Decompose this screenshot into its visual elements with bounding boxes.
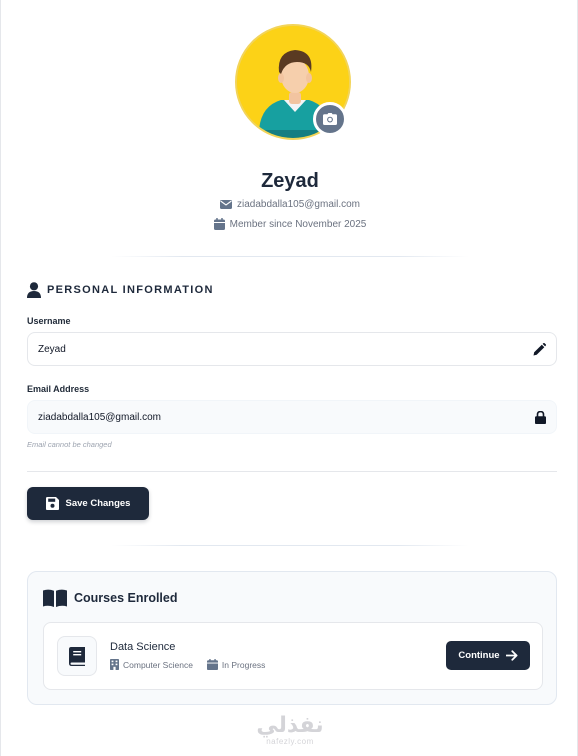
calendar-icon <box>213 218 225 230</box>
course-meta: Computer Science In Progress <box>110 659 265 670</box>
header-divider <box>111 256 469 257</box>
lock-icon <box>535 410 546 424</box>
calendar-icon <box>206 659 218 670</box>
user-icon <box>27 282 41 298</box>
arrow-right-icon <box>505 650 518 661</box>
course-thumbnail <box>57 636 97 676</box>
camera-icon <box>323 113 337 125</box>
section-divider <box>111 545 469 546</box>
username-value[interactable]: Zeyad <box>38 344 66 355</box>
change-photo-button[interactable] <box>313 102 347 136</box>
member-since: Member since November 2025 <box>229 218 367 230</box>
courses-heading: Courses Enrolled <box>43 589 178 607</box>
course-card: Data Science Computer Science In Progres… <box>43 622 543 690</box>
course-status: In Progress <box>221 659 266 670</box>
save-changes-label[interactable]: Save Changes <box>66 498 131 509</box>
watermark: نفذلي nafezly.com <box>1 712 578 747</box>
personal-info-title: PERSONAL INFORMATION <box>47 284 214 296</box>
watermark-latin: nafezly.com <box>266 737 314 746</box>
building-icon <box>110 659 119 670</box>
courses-title: Courses Enrolled <box>74 591 178 605</box>
email-field: ziadabdalla105@gmail.com <box>27 400 557 434</box>
profile-email: ziadabdalla105@gmail.com <box>237 199 360 210</box>
open-book-icon <box>43 589 67 607</box>
form-divider <box>27 471 557 472</box>
profile-email-line: ziadabdalla105@gmail.com <box>1 199 578 210</box>
course-name: Data Science <box>110 641 176 653</box>
username-label: Username <box>27 316 71 326</box>
avatar-container <box>235 24 351 140</box>
personal-info-heading: PERSONAL INFORMATION <box>27 282 214 298</box>
courses-panel: Courses Enrolled Data Science Computer S… <box>27 571 557 705</box>
save-changes-button[interactable]: Save Changes <box>27 487 149 520</box>
envelope-icon <box>220 200 232 209</box>
username-field[interactable]: Zeyad <box>27 332 557 366</box>
email-label: Email Address <box>27 384 90 394</box>
floppy-disk-icon <box>45 497 59 510</box>
profile-member-since-line: Member since November 2025 <box>1 218 578 230</box>
pencil-icon[interactable] <box>533 342 546 356</box>
profile-name: Zeyad <box>261 170 319 192</box>
continue-course-button[interactable]: Continue <box>446 641 530 670</box>
book-icon <box>69 646 85 666</box>
email-value: ziadabdalla105@gmail.com <box>38 411 161 423</box>
continue-label[interactable]: Continue <box>458 650 499 661</box>
profile-page: Zeyad ziadabdalla105@gmail.com Member si… <box>0 0 578 756</box>
email-hint: Email cannot be changed <box>27 440 112 449</box>
course-department: Computer Science <box>123 659 193 670</box>
watermark-arabic: نفذلي <box>256 712 324 737</box>
